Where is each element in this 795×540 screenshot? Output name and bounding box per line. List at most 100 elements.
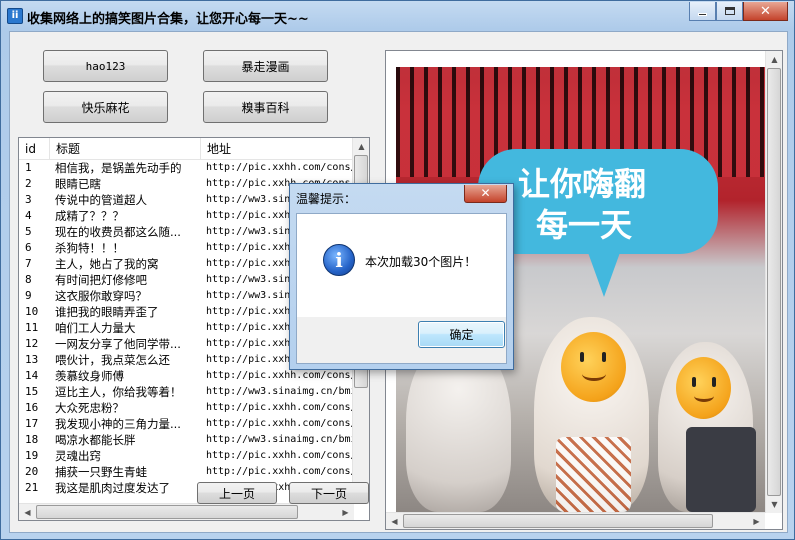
list-row[interactable]: 1 相信我，是锅盖先动手的 http://pic.xxhh.com/cons/ [19,160,355,176]
row-url: http://pic.xxhh.com/cons/ [206,162,355,173]
row-title: 大众死忠粉？ [55,401,124,415]
picture-caption-line1: 让你嗨翻 [518,165,647,203]
row-title: 羡慕纹身师傅 [55,369,124,383]
list-row[interactable]: 15 逗比主人，你给我等着！ http://ww3.sinaimg.cn/bmi [19,384,355,400]
row-title: 逗比主人，你给我等着！ [55,385,182,399]
row-url: http://pic.xxhh.com/cons/ [206,450,355,461]
scroll-up-icon[interactable]: ▲ [353,138,369,155]
column-header-url[interactable]: 地址 [201,138,369,160]
next-page-button[interactable]: 下一页 [289,482,369,504]
row-title: 我这是肌肉过度发达了 [55,481,170,495]
information-icon: i [323,244,355,276]
minimize-button[interactable] [689,2,716,21]
row-id: 9 [25,289,32,302]
row-title: 相信我，是锅盖先动手的 [55,161,182,175]
row-id: 1 [25,161,32,174]
qiushi-baike-button[interactable]: 糗事百科 [203,91,328,123]
picture-horizontal-scrollbar[interactable]: ◀ ▶ [386,512,765,529]
row-id: 5 [25,225,32,238]
row-title: 杀狗特！！！ [55,241,124,255]
maximize-button[interactable] [716,2,743,21]
close-icon: ✕ [760,3,771,19]
row-id: 17 [25,417,39,430]
row-id: 2 [25,177,32,190]
row-title: 这衣服你敢穿吗？ [55,289,147,303]
baozou-comic-button[interactable]: 暴走漫画 [203,50,328,82]
row-url: http://pic.xxhh.com/cons/ [206,402,355,413]
title-bar[interactable]: ii 收集网络上的搞笑图片合集，让您开心每一天~~ ✕ [1,1,794,31]
dialog-close-button[interactable]: ✕ [464,185,507,203]
row-id: 20 [25,465,39,478]
list-row[interactable]: 17 我发现小神的三角力量... http://pic.xxhh.com/cons/ [19,416,355,432]
picture-vertical-scrollbar[interactable]: ▲ ▼ [765,51,782,513]
row-id: 3 [25,193,32,206]
row-id: 12 [25,337,39,350]
row-id: 7 [25,257,32,270]
dialog-title: 温馨提示： [296,192,357,206]
row-title: 传说中的管道超人 [55,193,147,207]
hao123-button[interactable]: hao123 [43,50,168,82]
row-id: 10 [25,305,39,318]
row-id: 13 [25,353,39,366]
row-id: 19 [25,449,39,462]
row-title: 我发现小神的三角力量... [55,417,181,431]
row-id: 18 [25,433,39,446]
main-window: ii 收集网络上的搞笑图片合集，让您开心每一天~~ ✕ hao123 暴走漫画 … [0,0,795,540]
row-id: 14 [25,369,39,382]
row-title: 谁把我的眼睛弄歪了 [55,305,159,319]
list-horizontal-scrollbar[interactable]: ◀ ▶ [19,503,354,520]
column-header-title[interactable]: 标题 [50,138,201,160]
kuaile-mahua-button[interactable]: 快乐麻花 [43,91,168,123]
scroll-right-icon[interactable]: ▶ [337,504,354,520]
row-title: 成精了？？？ [55,209,124,223]
row-id: 16 [25,401,39,414]
list-row[interactable]: 20 捕获一只野生青蛙 http://pic.xxhh.com/cons/ [19,464,355,480]
picture-caption-line2: 每一天 [536,206,633,244]
picture-hscroll-thumb[interactable] [403,514,713,528]
close-button[interactable]: ✕ [743,2,788,21]
message-dialog: 温馨提示： ✕ i 本次加载30个图片！ 确定 [289,183,514,370]
row-id: 21 [25,481,39,494]
scroll-left-icon[interactable]: ◀ [386,513,403,529]
picture-vscroll-thumb[interactable] [767,68,781,496]
scroll-left-icon[interactable]: ◀ [19,504,36,520]
list-row[interactable]: 19 灵魂出窍 http://pic.xxhh.com/cons/ [19,448,355,464]
maximize-icon [724,7,735,15]
row-url: http://pic.xxhh.com/cons/ [206,418,355,429]
dialog-message: 本次加载30个图片！ [365,255,477,269]
row-title: 现在的收费员都这么随... [55,225,181,239]
list-row[interactable]: 18 喝凉水都能长胖 http://ww3.sinaimg.cn/bmi [19,432,355,448]
row-title: 灵魂出窍 [55,449,101,463]
ok-button[interactable]: 确定 [418,321,505,348]
row-title: 有时间把灯修修吧 [55,273,147,287]
column-header-id[interactable]: id [19,138,50,160]
list-hscroll-thumb[interactable] [36,505,298,519]
scroll-up-icon[interactable]: ▲ [766,51,782,68]
window-title: 收集网络上的搞笑图片合集，让您开心每一天~~ [27,12,309,27]
row-title: 喂伙计，我点菜怎么还 [55,353,170,367]
row-title: 咱们工人力量大 [55,321,136,335]
minimize-icon [698,12,707,16]
row-id: 4 [25,209,32,222]
row-url: http://ww3.sinaimg.cn/bmi [206,386,355,397]
row-title: 眼睛已瞎 [55,177,101,191]
scroll-right-icon[interactable]: ▶ [748,513,765,529]
row-title: 一网友分享了他同学带... [55,337,181,351]
row-url: http://pic.xxhh.com/cons/ [206,466,355,477]
row-title: 喝凉水都能长胖 [55,433,136,447]
row-title: 主人，她占了我的窝 [55,257,159,271]
list-header: id 标题 地址 [19,138,369,160]
list-row[interactable]: 16 大众死忠粉？ http://pic.xxhh.com/cons/ [19,400,355,416]
row-id: 6 [25,241,32,254]
prev-page-button[interactable]: 上一页 [197,482,277,504]
row-id: 15 [25,385,39,398]
caption-buttons: ✕ [689,2,788,21]
app-icon: ii [7,8,23,24]
list-row[interactable]: 14 羡慕纹身师傅 http://pic.xxhh.com/cons/ [19,368,355,384]
row-url: http://pic.xxhh.com/cons/ [206,370,355,381]
row-id: 11 [25,321,39,334]
row-url: http://ww3.sinaimg.cn/bmi [206,434,355,445]
scroll-down-icon[interactable]: ▼ [766,496,782,513]
row-title: 捕获一只野生青蛙 [55,465,147,479]
row-id: 8 [25,273,32,286]
